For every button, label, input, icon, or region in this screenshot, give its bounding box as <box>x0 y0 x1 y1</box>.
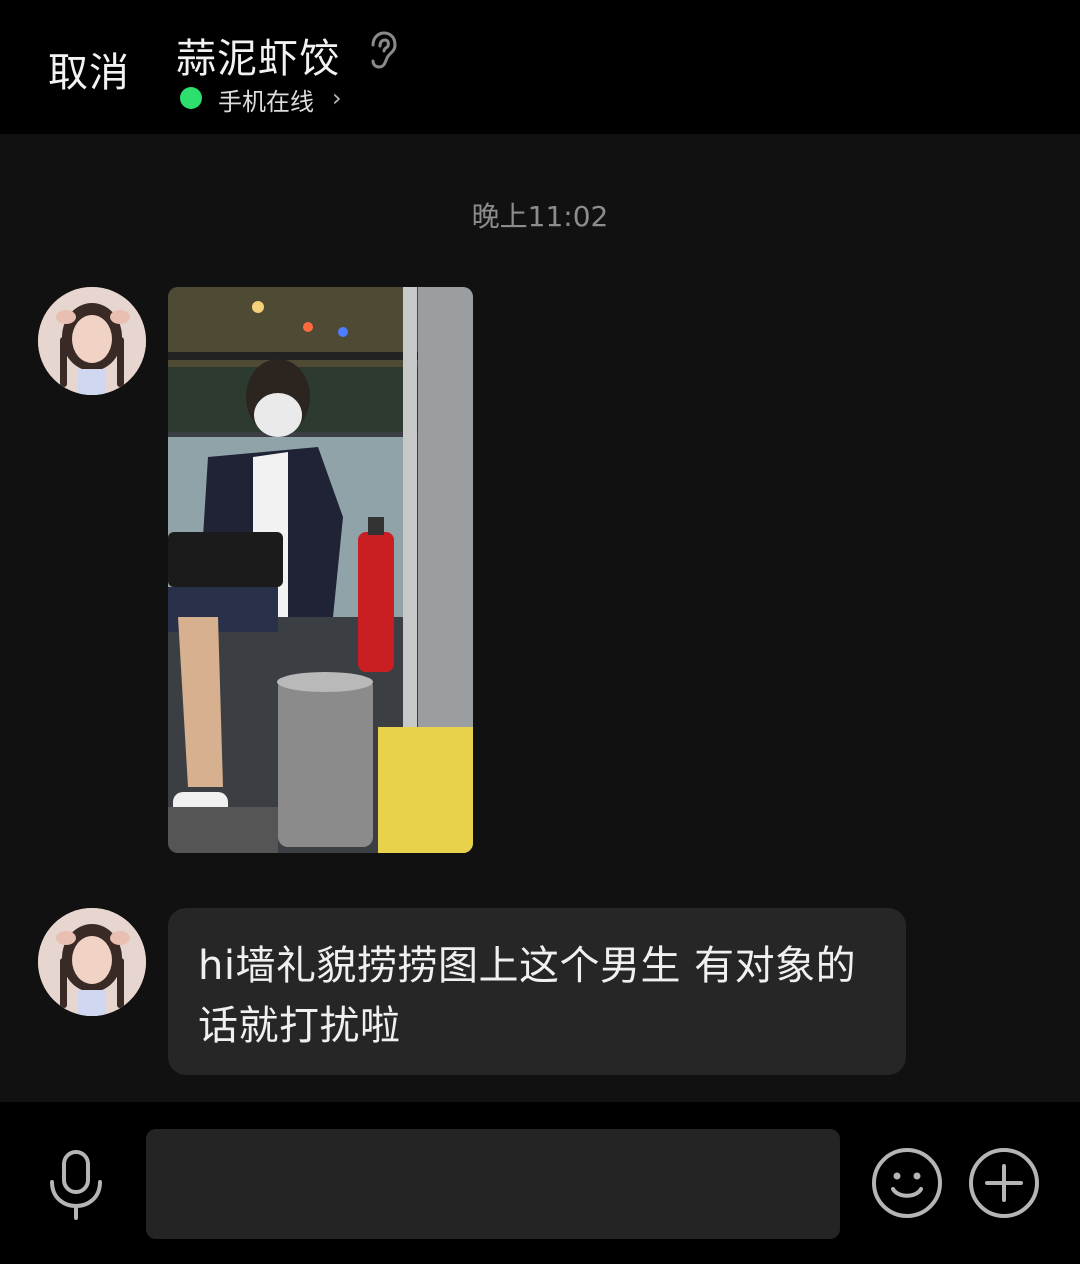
microphone-icon[interactable] <box>44 1148 108 1220</box>
chevron-right-icon[interactable]: › <box>332 84 342 112</box>
message-text: hi墙礼貌捞捞图上这个男生 有对象的话就打扰啦 <box>198 943 857 1049</box>
chat-header: 取消 蒜泥虾饺 手机在线 › <box>0 0 1080 134</box>
ear-icon[interactable] <box>364 30 398 70</box>
contact-avatar[interactable] <box>38 287 146 395</box>
message-input[interactable] <box>146 1129 840 1239</box>
message-timestamp: 晚上11:02 <box>471 200 609 233</box>
plus-icon[interactable] <box>967 1146 1041 1220</box>
image-message[interactable] <box>168 287 473 853</box>
online-status-dot <box>180 87 202 109</box>
emoji-icon[interactable] <box>870 1146 944 1220</box>
chat-title[interactable]: 蒜泥虾饺 <box>176 26 340 84</box>
contact-avatar[interactable] <box>38 908 146 1016</box>
online-status-label[interactable]: 手机在线 <box>218 82 314 117</box>
cancel-button[interactable]: 取消 <box>48 40 130 98</box>
text-message-bubble[interactable]: hi墙礼貌捞捞图上这个男生 有对象的话就打扰啦 <box>168 908 906 1075</box>
avatar-image <box>38 908 146 1016</box>
photo-content <box>168 287 473 853</box>
avatar-image <box>38 287 146 395</box>
